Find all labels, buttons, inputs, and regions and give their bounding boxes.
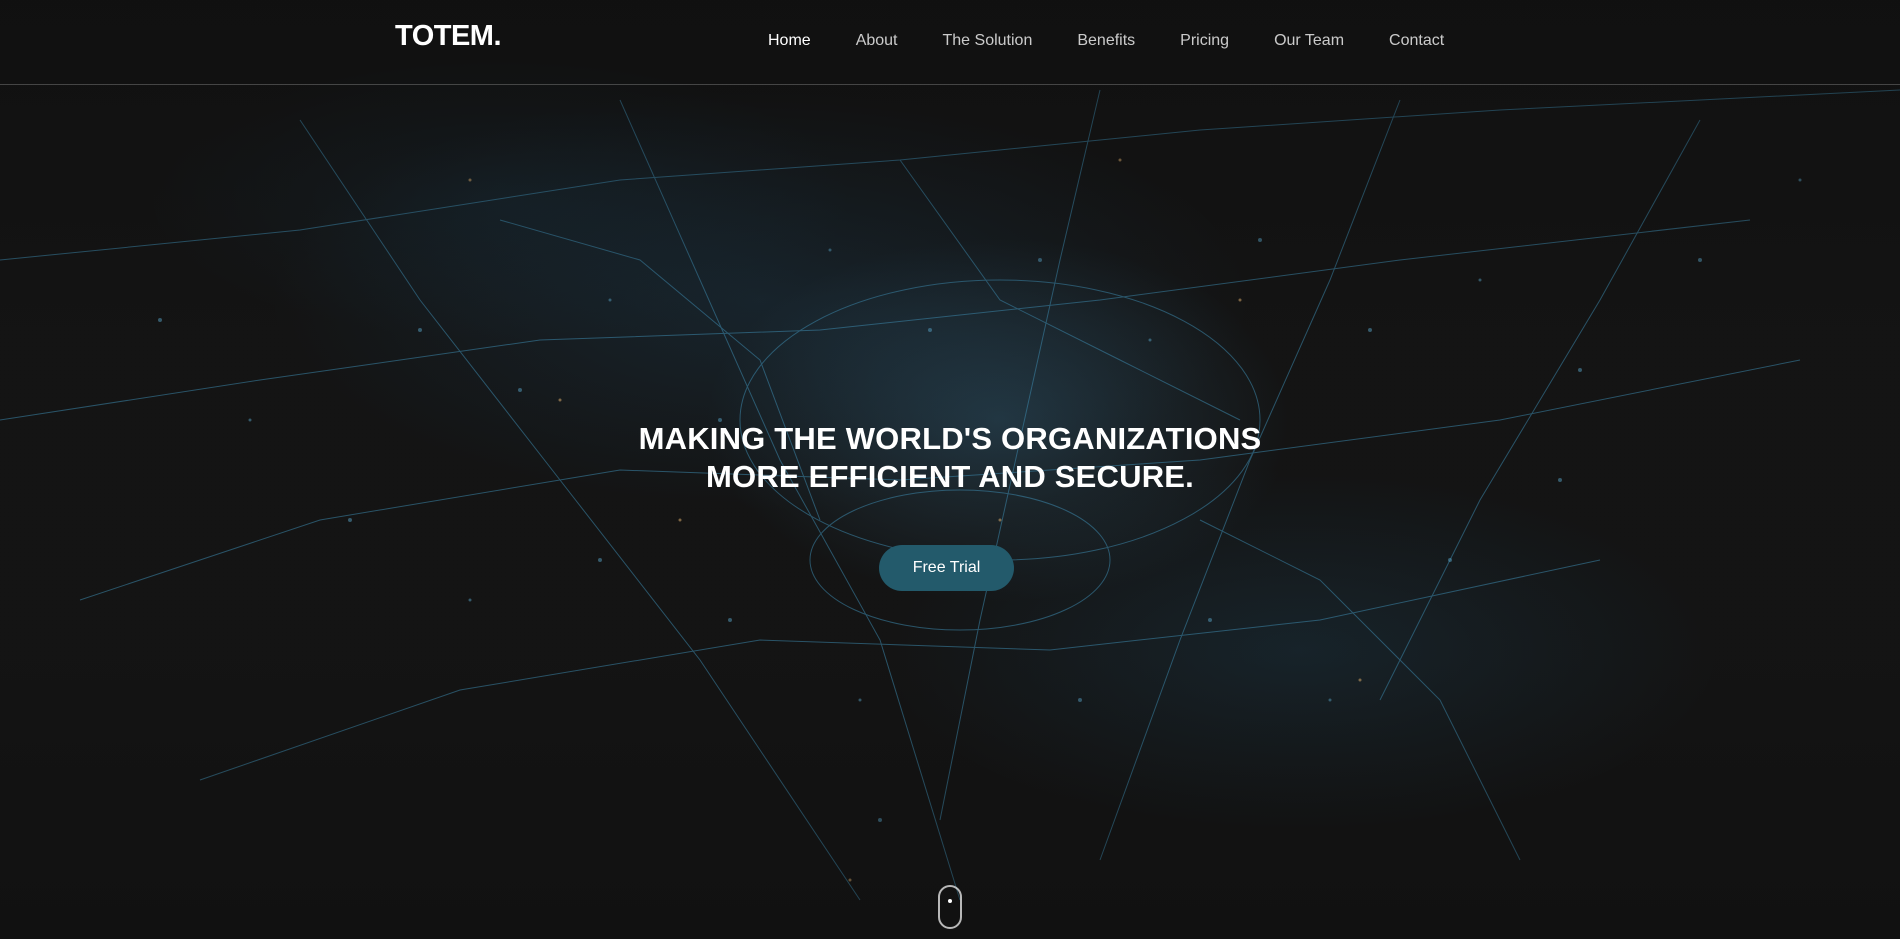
totem-logo[interactable]: TOTEM. [395,18,502,54]
hero-headline-line-2: MORE EFFICIENT AND SECURE. [705,459,1195,494]
nav-item-benefits[interactable]: Benefits [1077,30,1135,52]
nav-item-pricing[interactable]: Pricing [1180,30,1229,52]
mouse-scroll-icon[interactable] [938,885,962,929]
nav-item-our-team[interactable]: Our Team [1274,30,1344,52]
hero-headline: MAKING THE WORLD'S ORGANIZATIONS MORE EF… [450,420,1450,496]
scroll-dot [948,899,952,903]
nav-item-contact[interactable]: Contact [1389,30,1444,52]
hero-headline-line-1: MAKING THE WORLD'S ORGANIZATIONS [638,421,1262,456]
free-trial-button[interactable]: Free Trial [879,545,1014,591]
site-header: TOTEM. Home About The Solution Benefits … [0,0,1900,85]
nav-item-the-solution[interactable]: The Solution [943,30,1033,52]
nav-item-home[interactable]: Home [768,30,811,52]
nav-item-about[interactable]: About [856,30,898,52]
main-nav: Home About The Solution Benefits Pricing… [768,30,1489,52]
